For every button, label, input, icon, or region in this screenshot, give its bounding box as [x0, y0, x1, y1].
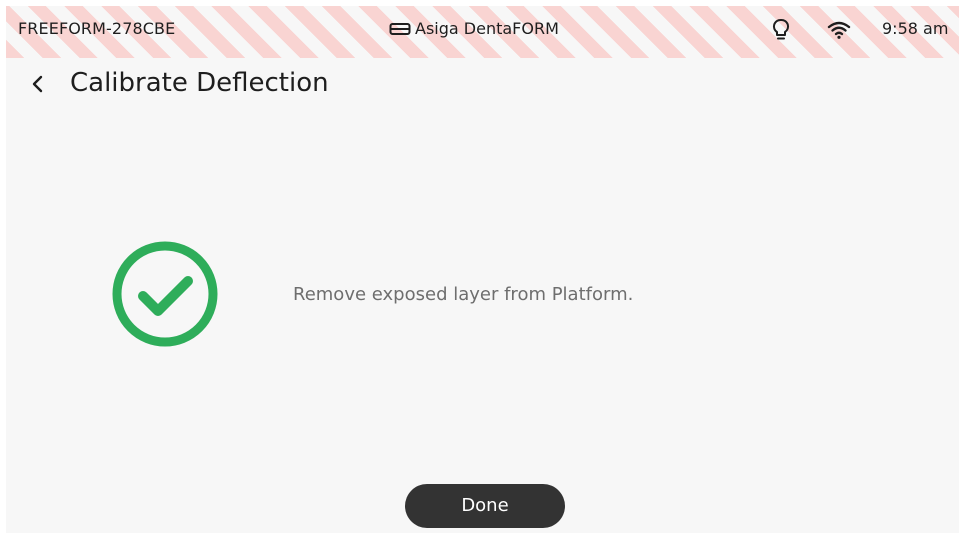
printer-model: Asiga DentaFORM — [389, 19, 559, 38]
device-name: FREEFORM-278CBE — [18, 19, 176, 38]
chevron-left-icon — [32, 75, 43, 93]
wifi-icon[interactable] — [827, 20, 851, 40]
check-circle-icon — [112, 241, 218, 347]
status-bar: FREEFORM-278CBE Asiga DentaFORM 9:58 am — [6, 6, 959, 58]
printer-icon — [389, 22, 411, 35]
calibration-screen: FREEFORM-278CBE Asiga DentaFORM 9:58 am … — [6, 6, 959, 533]
instruction-message: Remove exposed layer from Platform. — [293, 284, 634, 305]
printer-model-label: Asiga DentaFORM — [415, 19, 559, 38]
done-button[interactable]: Done — [405, 484, 565, 528]
back-button[interactable] — [24, 70, 52, 98]
page-title: Calibrate Deflection — [70, 68, 329, 98]
lightbulb-icon[interactable] — [772, 18, 790, 42]
page-header: Calibrate Deflection — [6, 62, 959, 108]
clock: 9:58 am — [882, 19, 949, 38]
